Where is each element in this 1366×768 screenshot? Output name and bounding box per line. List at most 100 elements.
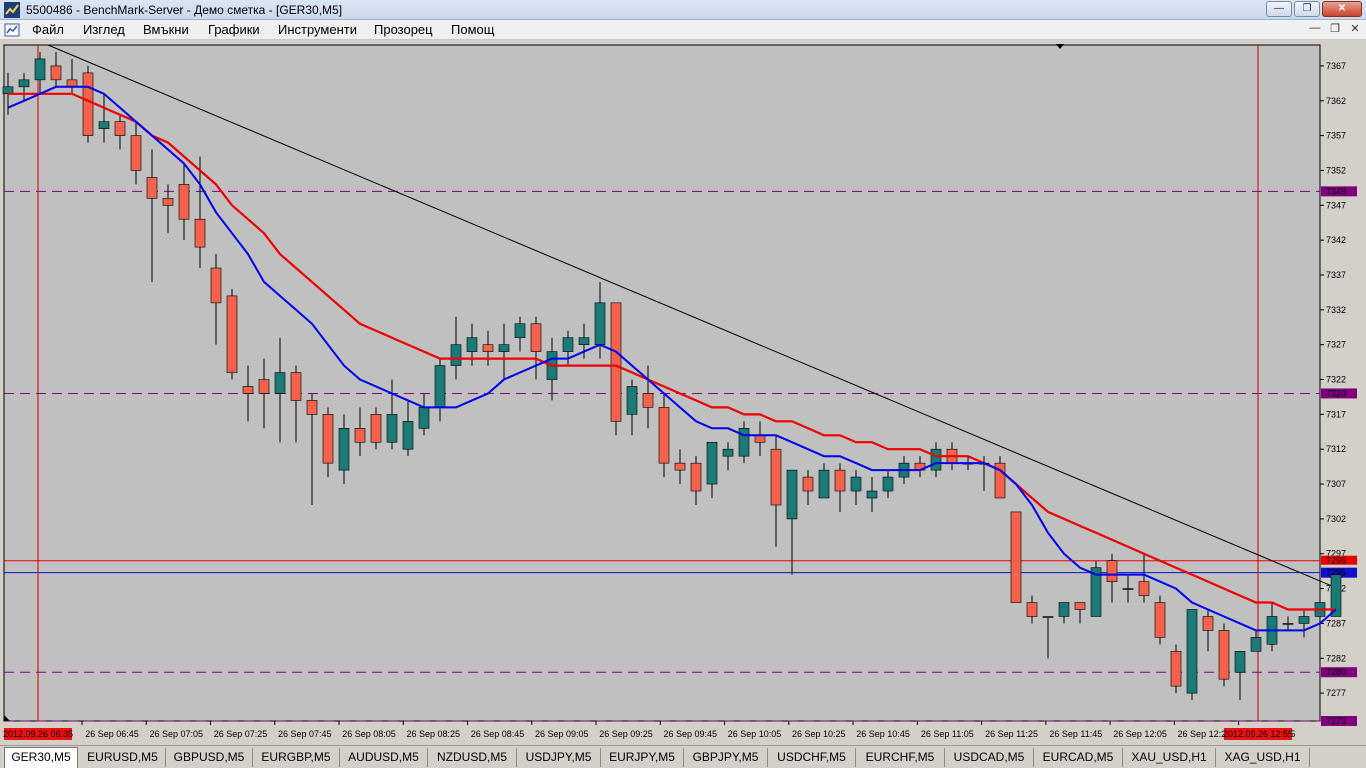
bear-candle xyxy=(658,407,670,464)
bull-candle xyxy=(1058,602,1070,617)
bear-candle xyxy=(642,393,654,408)
price-tick-label: 7322 xyxy=(1326,375,1346,385)
mdi-restore-icon[interactable]: ❐ xyxy=(1328,22,1342,35)
horizontal-line-price-label: 7320 xyxy=(1326,388,1346,398)
menu-bar: Файл Изглед Вмъкни Графики Инструменти П… xyxy=(0,20,1366,40)
bull-candle xyxy=(818,469,830,499)
close-icon[interactable]: ✕ xyxy=(1322,1,1362,17)
price-tick-label: 7282 xyxy=(1326,653,1346,663)
bear-candle xyxy=(610,302,622,422)
bull-candle xyxy=(498,344,510,352)
bear-candle xyxy=(1010,511,1022,603)
bull-candle xyxy=(418,407,430,429)
time-tick-label: 26 Sep 08:45 xyxy=(471,729,525,739)
bull-candle xyxy=(738,427,750,457)
tab-usdchf[interactable]: USDCHF,M5 xyxy=(768,748,856,767)
bear-candle xyxy=(1170,651,1182,687)
chart-window-icon[interactable] xyxy=(4,22,20,38)
bull-candle xyxy=(626,386,638,415)
time-tick-label: 26 Sep 12:05 xyxy=(1113,729,1167,739)
mdi-close-icon[interactable]: ✕ xyxy=(1348,22,1362,35)
menu-help[interactable]: Помощ xyxy=(451,22,494,37)
tab-eurgbp[interactable]: EURGBP,M5 xyxy=(253,748,340,767)
tab-nzdusd[interactable]: NZDUSD,M5 xyxy=(428,748,517,767)
time-tick-label: 26 Sep 10:25 xyxy=(792,729,846,739)
bear-candle xyxy=(482,344,494,352)
tab-xau-usd[interactable]: XAU_USD,H1 xyxy=(1123,748,1216,767)
time-tick-label: 26 Sep 07:05 xyxy=(149,729,203,739)
tab-xag-usd[interactable]: XAG_USD,H1 xyxy=(1216,748,1310,767)
bull-candle xyxy=(786,469,798,520)
time-tick-label: 26 Sep 11:45 xyxy=(1049,729,1102,739)
bull-candle xyxy=(1298,616,1310,624)
time-tick-label: 26 Sep 09:05 xyxy=(535,729,589,739)
time-tick-label: 26 Sep 11:05 xyxy=(921,729,974,739)
bear-candle xyxy=(130,135,142,171)
tab-eurjpy[interactable]: EURJPY,M5 xyxy=(601,748,684,767)
price-tick-label: 7307 xyxy=(1326,479,1346,489)
tab-eurchf[interactable]: EURCHF,M5 xyxy=(856,748,945,767)
bear-candle xyxy=(306,400,318,415)
menu-charts[interactable]: Графики xyxy=(208,22,260,37)
tab-ger30[interactable]: GER30,M5 xyxy=(4,747,78,768)
time-tick-label: 26 Sep 10:05 xyxy=(728,729,782,739)
bear-candle xyxy=(1154,602,1166,638)
ask-price-label: 7296 xyxy=(1326,556,1346,566)
menu-insert[interactable]: Вмъкни xyxy=(143,22,189,37)
restore-icon[interactable]: ❐ xyxy=(1294,1,1320,17)
mdi-minimize-icon[interactable]: — xyxy=(1308,22,1322,35)
price-tick-label: 7342 xyxy=(1326,235,1346,245)
bear-candle xyxy=(802,476,814,492)
bull-candle xyxy=(578,337,590,345)
menu-tools[interactable]: Инструменти xyxy=(278,22,357,37)
bull-candle xyxy=(1282,623,1294,625)
bear-candle xyxy=(194,218,206,248)
bear-candle xyxy=(114,121,126,136)
bear-candle xyxy=(290,372,302,401)
vertical-line-date-label: 2012.09.26 06:35 xyxy=(3,729,73,739)
bull-candle xyxy=(338,427,350,471)
bear-candle xyxy=(146,177,158,199)
bull-candle xyxy=(866,490,878,499)
menu-view[interactable]: Изглед xyxy=(83,22,125,37)
bull-candle xyxy=(706,441,718,485)
time-tick-label: 26 Sep 09:25 xyxy=(599,729,653,739)
tab-eurusd[interactable]: EURUSD,M5 xyxy=(80,748,166,767)
horizontal-line-price-label: 7349 xyxy=(1326,186,1346,196)
bull-candle xyxy=(18,79,30,88)
menu-window[interactable]: Прозорец xyxy=(374,22,433,37)
tab-gbpusd[interactable]: GBPUSD,M5 xyxy=(166,748,253,767)
chart-window[interactable]: 7367 7362 7357 7352 7347 7342 7337 7332 7327 7322… xyxy=(2,41,1364,745)
price-tick-label: 7302 xyxy=(1326,514,1346,524)
minimize-icon[interactable]: — xyxy=(1266,1,1292,17)
bull-candle xyxy=(402,421,414,450)
bull-candle xyxy=(1186,609,1198,694)
bear-candle xyxy=(770,448,782,506)
window-title: 5500486 - BenchMark-Server - Демо сметка… xyxy=(26,3,343,17)
tab-gbpjpy[interactable]: GBPJPY,M5 xyxy=(684,748,768,767)
vertical-line-date-label: 2012.09.26 12:55 xyxy=(1223,729,1293,739)
horizontal-line-price-label: 7273 xyxy=(1326,716,1346,726)
bear-candle xyxy=(1218,630,1230,680)
price-tick-label: 7347 xyxy=(1326,200,1346,210)
bull-candle xyxy=(450,344,462,366)
tab-eurcad[interactable]: EURCAD,M5 xyxy=(1034,748,1123,767)
tab-audusd[interactable]: AUDUSD,M5 xyxy=(340,748,428,767)
window-titlebar: 5500486 - BenchMark-Server - Демо сметка… xyxy=(0,0,1366,20)
price-tick-label: 7362 xyxy=(1326,96,1346,106)
menu-file[interactable]: Файл xyxy=(32,22,64,37)
bear-candle xyxy=(1202,616,1214,631)
bear-candle xyxy=(66,79,78,88)
time-tick-label: 26 Sep 07:25 xyxy=(214,729,268,739)
price-tick-label: 7327 xyxy=(1326,340,1346,350)
tab-usdjpy[interactable]: USDJPY,M5 xyxy=(517,748,601,767)
price-chart[interactable]: 7367 7362 7357 7352 7347 7342 7337 7332 7327 7322… xyxy=(2,41,1364,745)
bear-candle xyxy=(210,267,222,304)
bear-candle xyxy=(354,427,366,443)
price-tick-label: 7352 xyxy=(1326,165,1346,175)
bear-candle xyxy=(834,469,846,492)
bear-candle xyxy=(162,198,174,206)
bull-candle xyxy=(434,365,446,408)
bear-candle xyxy=(1106,560,1118,582)
tab-usdcad[interactable]: USDCAD,M5 xyxy=(945,748,1034,767)
